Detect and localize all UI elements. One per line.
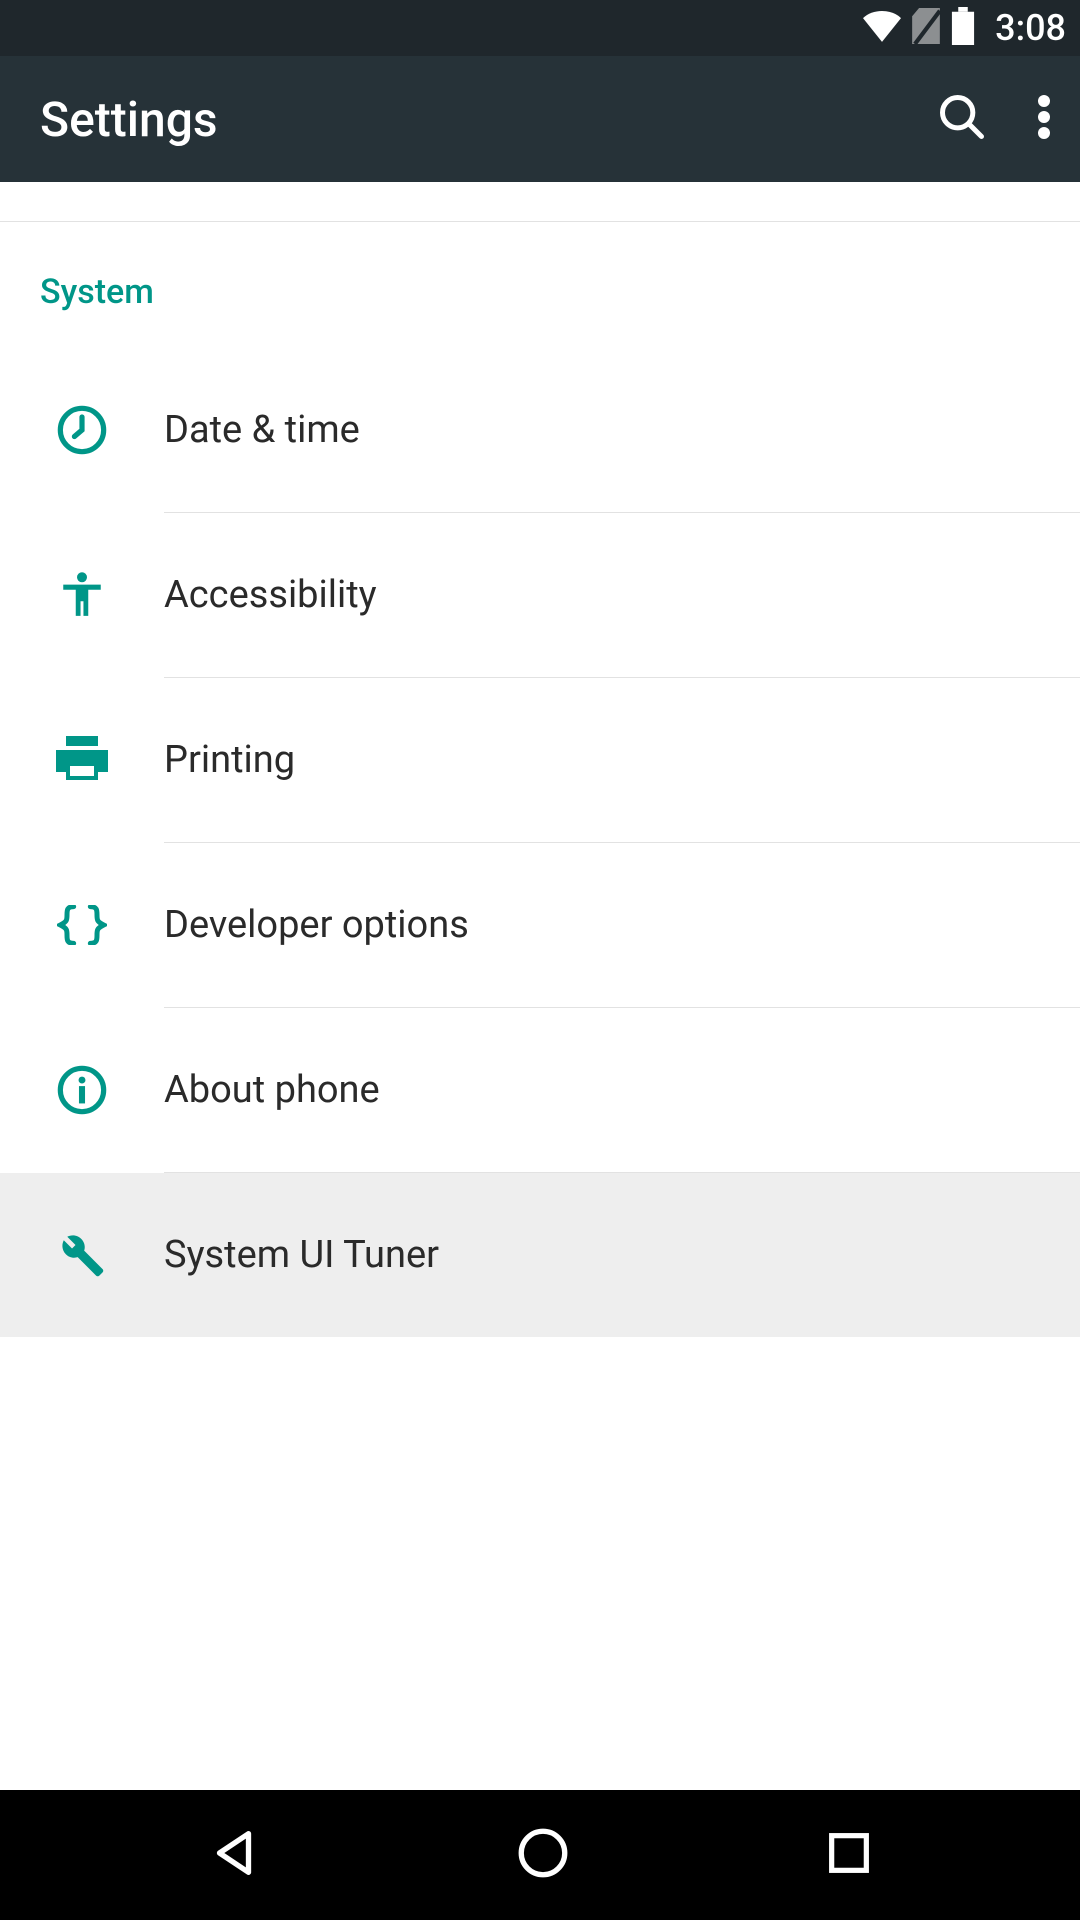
nav-recent-button[interactable] xyxy=(823,1827,875,1883)
wrench-icon xyxy=(0,1229,164,1281)
more-vert-icon xyxy=(1038,95,1050,143)
status-time: 3:08 xyxy=(995,7,1066,49)
list-item-label: System UI Tuner xyxy=(164,1233,439,1277)
list-item-label: Accessibility xyxy=(164,573,377,617)
search-icon xyxy=(936,91,988,147)
nav-home-button[interactable] xyxy=(514,1824,572,1886)
home-icon xyxy=(514,1824,572,1886)
accessibility-icon xyxy=(0,570,164,620)
list-item-developer-options[interactable]: Developer options xyxy=(0,843,1080,1007)
list-item-label: Developer options xyxy=(164,903,469,947)
list-item-date-time[interactable]: Date & time xyxy=(0,348,1080,512)
clock-icon xyxy=(0,404,164,456)
braces-icon xyxy=(0,905,164,945)
wifi-icon xyxy=(863,10,901,46)
list-item-label: Date & time xyxy=(164,408,360,452)
list-item-about-phone[interactable]: About phone xyxy=(0,1008,1080,1172)
nav-back-button[interactable] xyxy=(205,1824,263,1886)
header-spacer xyxy=(0,182,1080,222)
list-item-system-ui-tuner[interactable]: System UI Tuner xyxy=(0,1173,1080,1337)
list-item-accessibility[interactable]: Accessibility xyxy=(0,513,1080,677)
battery-icon xyxy=(951,7,975,49)
page-title: Settings xyxy=(40,91,218,148)
system-items: Date & time Accessibility Printing xyxy=(0,348,1080,1337)
settings-list: System Date & time Accessibility xyxy=(0,222,1080,1337)
back-icon xyxy=(205,1824,263,1886)
search-button[interactable] xyxy=(936,91,988,147)
navigation-bar xyxy=(0,1790,1080,1920)
printer-icon xyxy=(0,736,164,784)
recent-apps-icon xyxy=(823,1827,875,1883)
list-item-label: About phone xyxy=(164,1068,380,1112)
app-bar-actions xyxy=(936,91,1056,147)
no-sim-icon xyxy=(911,8,941,48)
section-header-system: System xyxy=(0,272,1080,316)
app-bar: Settings xyxy=(0,56,1080,182)
info-icon xyxy=(0,1064,164,1116)
status-icons: 3:08 xyxy=(863,7,1066,49)
list-item-printing[interactable]: Printing xyxy=(0,678,1080,842)
overflow-button[interactable] xyxy=(1038,95,1050,143)
status-bar: 3:08 xyxy=(0,0,1080,56)
list-item-label: Printing xyxy=(164,738,295,782)
